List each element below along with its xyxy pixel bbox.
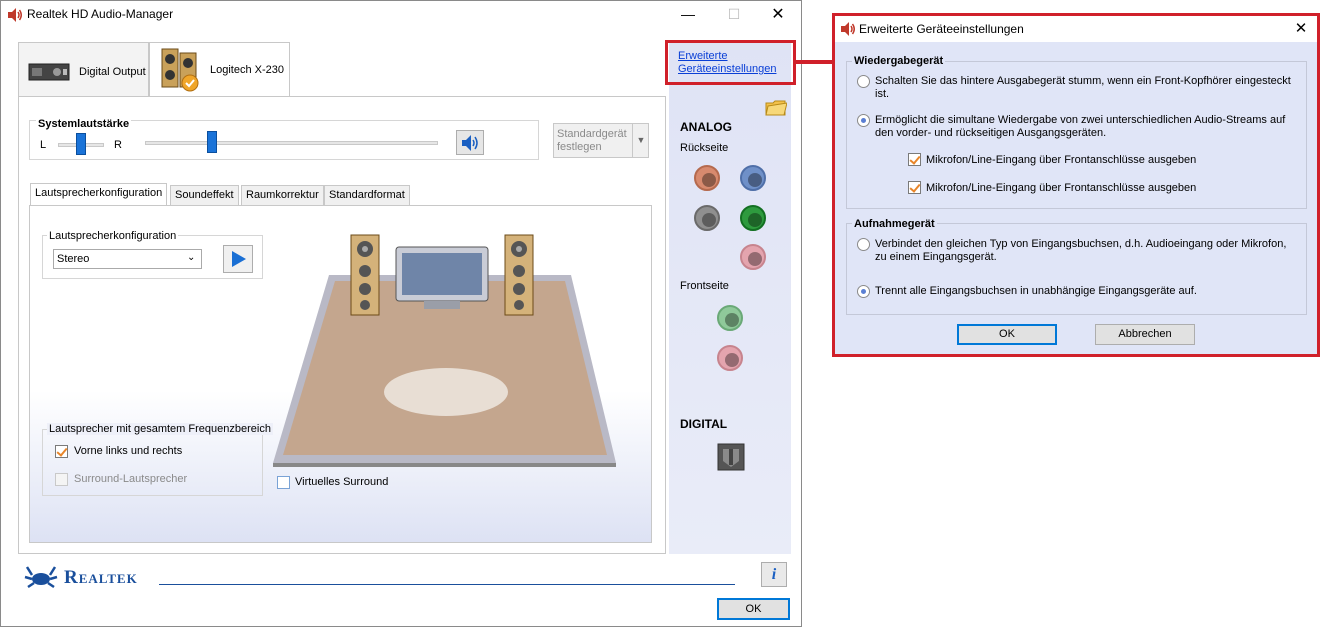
- analog-heading: ANALOG: [680, 120, 732, 134]
- advanced-settings-dialog: Erweiterte Geräteeinstellungen ✕ Wiederg…: [832, 13, 1320, 357]
- speaker-config-group-label: Lautsprecherkonfiguration: [47, 230, 179, 242]
- speakers-device-icon: [161, 48, 199, 92]
- dialog-ok-button[interactable]: OK: [957, 324, 1057, 345]
- mute-rear-radio[interactable]: [857, 75, 870, 88]
- system-volume-label: Systemlautstärke: [36, 118, 132, 130]
- front-mic-output-label-2: Mikrofon/Line-Eingang über Frontanschlüs…: [926, 182, 1197, 194]
- front-mic-output-label-1: Mikrofon/Line-Eingang über Frontanschlüs…: [926, 154, 1197, 166]
- footer-divider: [159, 584, 735, 585]
- dialog-cancel-button[interactable]: Abbrechen: [1095, 324, 1195, 345]
- rear-jack-pink[interactable]: [740, 244, 766, 270]
- window-title: Realtek HD Audio-Manager: [27, 7, 174, 21]
- combine-inputs-label: Verbindet den gleichen Typ von Eingangsb…: [875, 238, 1287, 263]
- left-speaker-icon: [350, 234, 380, 316]
- play-icon: [232, 251, 246, 267]
- highlight-connector-line: [796, 60, 833, 64]
- mute-rear-label: Schalten Sie das hintere Ausgabegerät st…: [875, 75, 1291, 100]
- connector-panel: [669, 42, 791, 554]
- front-jack-pink[interactable]: [717, 345, 743, 371]
- rear-label: Rückseite: [680, 142, 729, 154]
- balance-slider-thumb[interactable]: [76, 133, 86, 155]
- realtek-brand: Realtek: [64, 567, 138, 588]
- speaker-icon: [8, 8, 22, 22]
- close-icon: ✕: [1294, 20, 1308, 37]
- front-jack-green[interactable]: [717, 305, 743, 331]
- simultaneous-playback-label: Ermöglicht die simultane Wiedergabe von …: [875, 114, 1286, 139]
- volume-slider-track: [145, 141, 438, 145]
- rear-jack-orange[interactable]: [694, 165, 720, 191]
- chevron-down-icon: ⌄: [187, 252, 196, 263]
- balance-right-label: R: [114, 139, 122, 151]
- front-mic-output-checkbox-2[interactable]: [908, 181, 921, 194]
- playback-heading: Wiedergabegerät: [852, 55, 946, 67]
- digital-heading: DIGITAL: [680, 417, 728, 431]
- minimize-icon: —: [681, 6, 695, 22]
- play-test-button[interactable]: [223, 245, 253, 273]
- tab-sound-effect[interactable]: Soundeffekt: [170, 185, 239, 206]
- digital-output-device-icon: [28, 63, 70, 81]
- set-default-device-label: Standardgerät festlegen: [557, 128, 627, 153]
- surround-speakers-checkbox[interactable]: [55, 473, 68, 486]
- tab-default-format[interactable]: Standardformat: [324, 185, 410, 206]
- speaker-config-selected: Stereo: [57, 253, 90, 265]
- chevron-down-icon[interactable]: ▼: [632, 124, 649, 157]
- virtual-surround-label: Virtuelles Surround: [295, 476, 389, 488]
- highlight-frame-link: [665, 40, 796, 85]
- combine-inputs-radio[interactable]: [857, 238, 870, 251]
- separate-inputs-label: Trennt alle Eingangsbuchsen in unabhängi…: [875, 285, 1197, 297]
- set-default-device-button[interactable]: Standardgerät festlegen ▼: [553, 123, 649, 158]
- fullrange-group-label: Lautsprecher mit gesamtem Frequenzbereic…: [47, 423, 273, 435]
- maximize-button[interactable]: ☐: [711, 1, 757, 28]
- surround-speakers-label: Surround-Lautsprecher: [74, 473, 188, 485]
- simultaneous-playback-radio[interactable]: [857, 114, 870, 127]
- realtek-crab-logo-icon: [24, 566, 58, 589]
- dialog-close-button[interactable]: ✕: [1289, 19, 1313, 39]
- right-speaker-icon: [504, 234, 534, 316]
- realtek-main-window: Realtek HD Audio-Manager — ☐ ✕ Digital O…: [0, 0, 833, 627]
- tab-digital-output-label: Digital Output: [79, 66, 146, 78]
- front-mic-output-checkbox-1[interactable]: [908, 153, 921, 166]
- dialog-title: Erweiterte Geräteeinstellungen: [859, 22, 1024, 36]
- title-bar[interactable]: Realtek HD Audio-Manager — ☐ ✕: [1, 1, 801, 28]
- balance-left-label: L: [40, 139, 47, 151]
- maximize-icon: ☐: [727, 6, 741, 22]
- separate-inputs-radio[interactable]: [857, 285, 870, 298]
- fullrange-group: [42, 429, 263, 496]
- speaker-config-select[interactable]: Stereo ⌄: [53, 249, 202, 269]
- front-label: Frontseite: [680, 280, 729, 292]
- front-left-right-checkbox[interactable]: [55, 445, 68, 458]
- digital-port-icon[interactable]: [717, 443, 745, 471]
- tab-digital-output[interactable]: Digital Output: [18, 42, 149, 97]
- tab-room-correction[interactable]: Raumkorrektur: [241, 185, 324, 206]
- rear-jack-green-active[interactable]: [740, 205, 766, 231]
- tab-logitech-x230[interactable]: Logitech X-230: [149, 42, 290, 97]
- close-icon: ✕: [771, 6, 785, 23]
- speaker-icon: [841, 22, 855, 36]
- monitor-icon: [395, 246, 489, 309]
- folder-icon[interactable]: [765, 97, 787, 117]
- volume-slider-thumb[interactable]: [207, 131, 217, 153]
- rear-jack-blue[interactable]: [740, 165, 766, 191]
- front-left-right-label: Vorne links und rechts: [74, 445, 183, 457]
- info-button[interactable]: i: [761, 562, 787, 587]
- info-icon: i: [771, 566, 777, 583]
- tab-speaker-config[interactable]: Lautsprecherkonfiguration: [30, 183, 168, 205]
- rear-jack-gray[interactable]: [694, 205, 720, 231]
- close-button[interactable]: ✕: [755, 1, 801, 28]
- ok-button[interactable]: OK: [717, 598, 790, 620]
- dialog-title-bar[interactable]: Erweiterte Geräteeinstellungen ✕: [835, 16, 1317, 42]
- mute-button[interactable]: [456, 130, 484, 155]
- tab-logitech-label: Logitech X-230: [210, 64, 284, 76]
- recording-group: [846, 223, 1307, 315]
- minimize-button[interactable]: —: [665, 1, 711, 28]
- speaker-volume-icon: [462, 135, 478, 151]
- recording-heading: Aufnahmegerät: [852, 218, 937, 230]
- virtual-surround-checkbox[interactable]: [277, 476, 290, 489]
